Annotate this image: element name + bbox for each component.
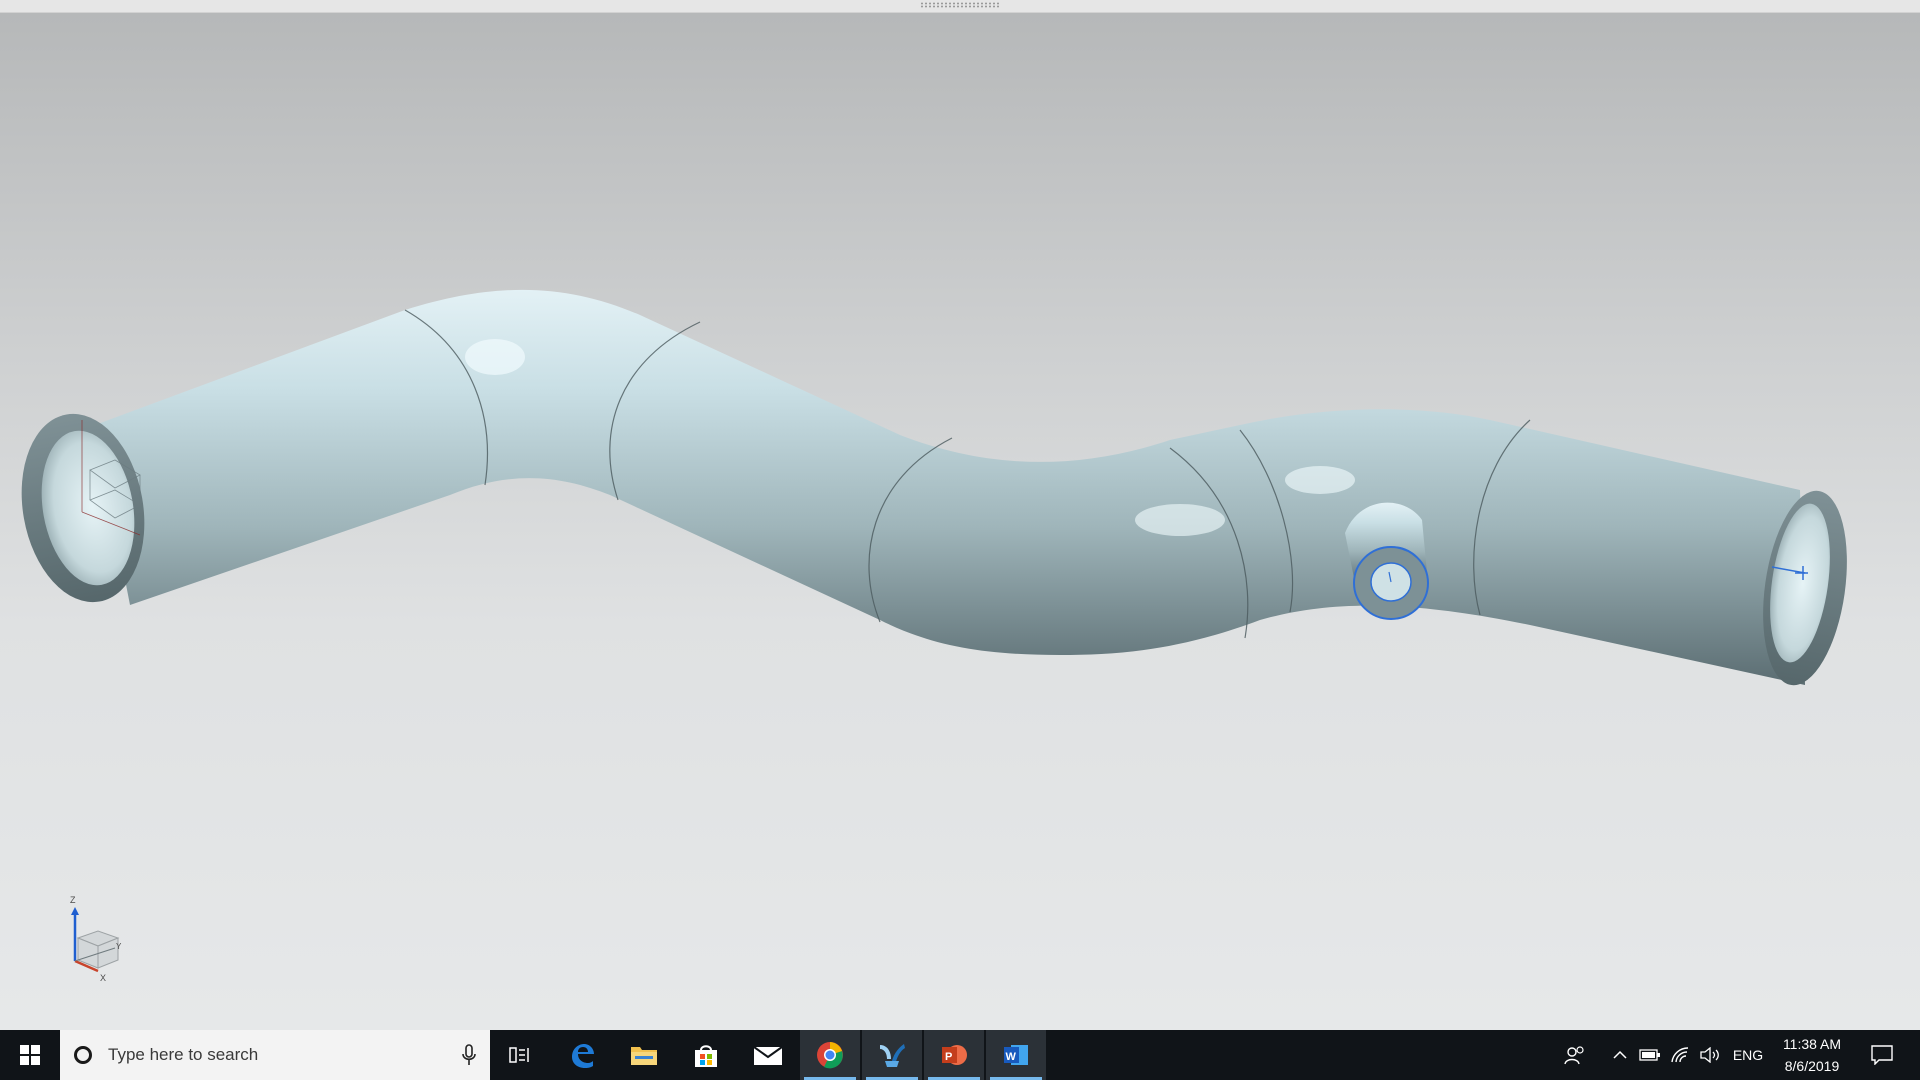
clock-time: 11:38 AM (1782, 1036, 1842, 1052)
task-view-icon (509, 1047, 529, 1063)
taskbar-app-powerpoint[interactable]: P (924, 1030, 984, 1080)
taskbar-app-file-explorer[interactable] (614, 1030, 674, 1080)
clock[interactable]: 11:38 AM 8/6/2019 (1772, 1030, 1852, 1080)
svg-text:P: P (945, 1051, 952, 1063)
taskbar-app-word[interactable]: W (986, 1030, 1046, 1080)
taskbar-app-chrome[interactable] (800, 1030, 860, 1080)
battery-icon (1639, 1049, 1660, 1061)
orientation-triad-icon: Z Y X (70, 895, 122, 983)
taskbar-app-store[interactable] (676, 1030, 736, 1080)
input-language-indicator[interactable]: ENG (1728, 1030, 1768, 1080)
triad-x-label: X (100, 973, 106, 983)
action-center-button[interactable] (1862, 1030, 1902, 1080)
cad-app-icon (880, 1044, 905, 1067)
network-button[interactable] (1666, 1030, 1694, 1080)
start-button[interactable] (0, 1030, 60, 1080)
panel-resize-grip[interactable] (920, 2, 1000, 8)
people-button[interactable] (1555, 1030, 1595, 1080)
clock-date: 8/6/2019 (1784, 1058, 1840, 1074)
task-view-button[interactable] (490, 1030, 550, 1080)
window-top-bar (0, 0, 1920, 13)
mail-icon (753, 1046, 783, 1065)
cortana-icon (74, 1046, 92, 1064)
chrome-icon (817, 1042, 843, 1069)
volume-button[interactable] (1696, 1030, 1724, 1080)
triad-y-label: Y (116, 942, 122, 951)
word-icon: W (1004, 1045, 1028, 1065)
edge-icon (572, 1044, 594, 1068)
taskbar-search-box[interactable]: Type here to search (60, 1030, 490, 1080)
pipe-body[interactable] (95, 289, 1805, 685)
powerpoint-icon: P (942, 1045, 967, 1065)
microphone-icon[interactable] (462, 1044, 476, 1066)
show-hidden-icons-button[interactable] (1605, 1030, 1635, 1080)
folder-icon (631, 1047, 657, 1065)
wifi-icon (1671, 1047, 1689, 1063)
pipe-model[interactable] (0, 13, 1920, 1030)
windows-taskbar: Type here to search P W ENG 11:38 AM 8/6… (0, 1030, 1920, 1080)
people-icon (1564, 1046, 1584, 1065)
store-icon (695, 1045, 717, 1067)
speaker-icon (1700, 1047, 1719, 1063)
taskbar-app-mail[interactable] (738, 1030, 798, 1080)
taskbar-app-cad[interactable] (862, 1030, 922, 1080)
windows-logo-icon (20, 1045, 40, 1065)
notification-icon (1871, 1045, 1893, 1065)
chevron-up-icon (1613, 1050, 1627, 1059)
search-placeholder: Type here to search (108, 1045, 259, 1064)
svg-text:W: W (1006, 1051, 1017, 1063)
graphics-viewport[interactable]: Z Y X (0, 13, 1920, 1030)
battery-button[interactable] (1636, 1030, 1664, 1080)
triad-z-label: Z (70, 895, 76, 905)
taskbar-app-edge[interactable] (552, 1030, 612, 1080)
